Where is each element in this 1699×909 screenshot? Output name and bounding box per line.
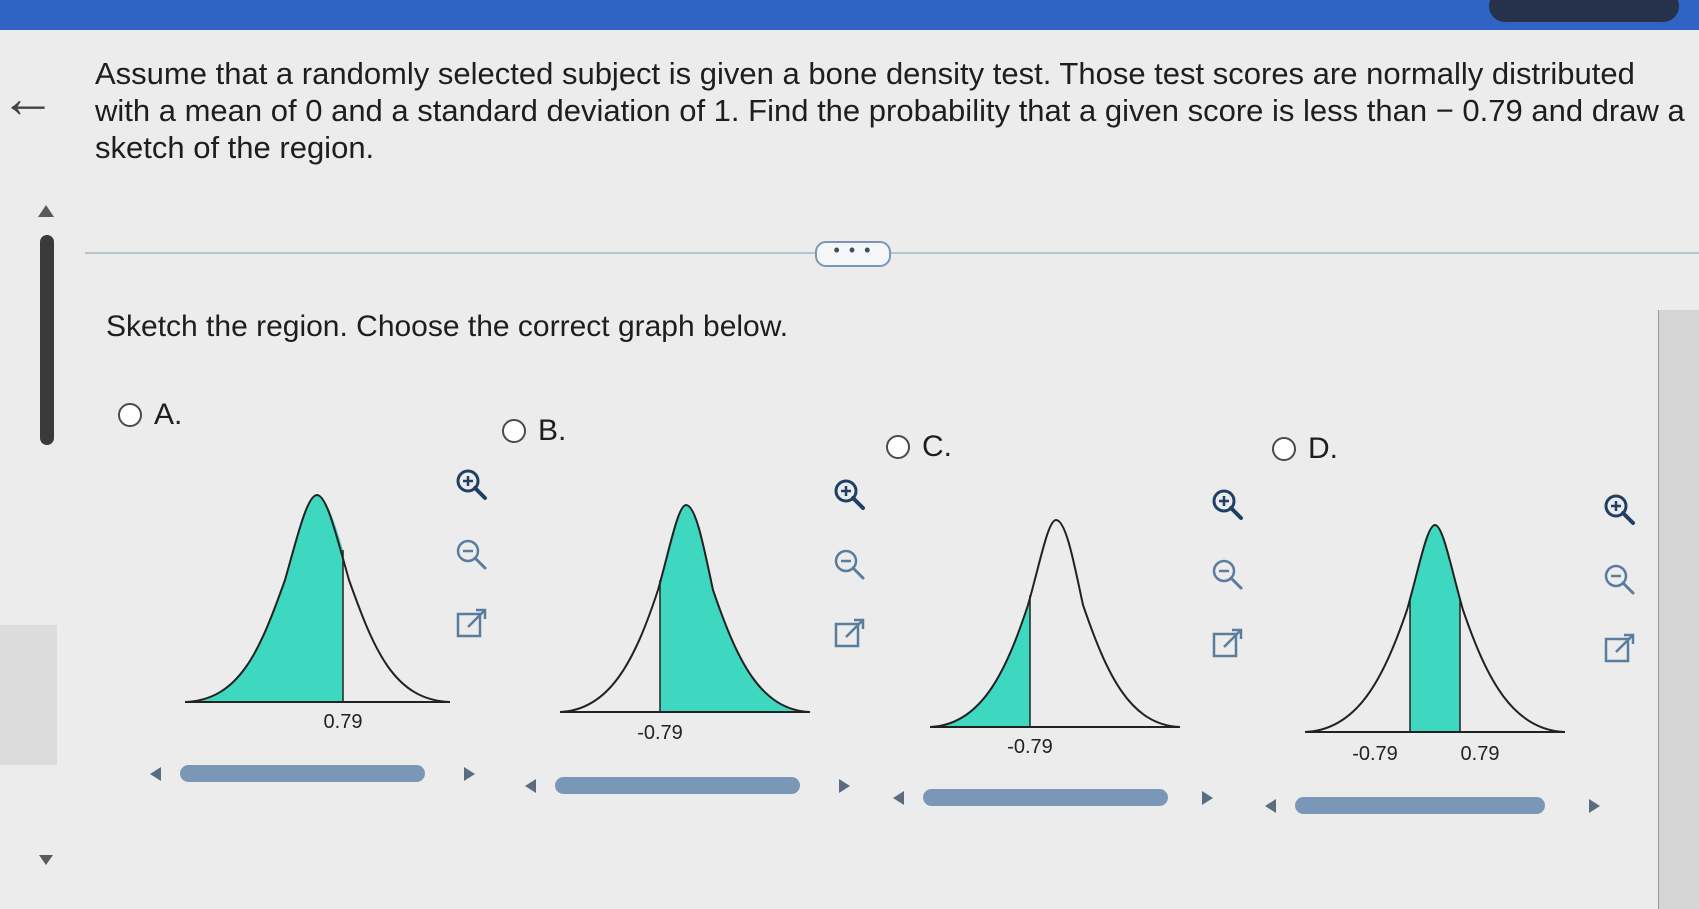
tick-label: -0.79 [1007,736,1053,758]
scroll-left-icon[interactable] [525,779,536,793]
radio-button[interactable] [1272,437,1296,461]
scroll-left-icon[interactable] [1265,799,1276,813]
tick-label: -0.79 [637,722,683,744]
zoom-out-icon[interactable] [452,535,490,573]
graph-d-hscroll[interactable] [1265,794,1600,818]
option-c-radio-row[interactable]: C. [886,430,952,464]
scroll-right-icon[interactable] [839,779,850,793]
back-arrow-icon[interactable]: ← [0,70,56,126]
graph-b: -0.79 [560,503,810,744]
pop-out-icon[interactable] [1600,630,1638,668]
option-label: B. [538,414,567,447]
tick-label: 0.79 [324,711,363,733]
scroll-left-icon[interactable] [150,767,161,781]
prompt-text: Sketch the region. Choose the correct gr… [106,310,789,343]
graph-c: -0.79 [930,518,1180,758]
radio-button[interactable] [886,435,910,459]
pop-out-icon[interactable] [452,605,490,643]
option-d-radio-row[interactable]: D. [1272,432,1338,466]
normal-curve [930,518,1180,728]
scroll-down-icon[interactable] [39,855,53,865]
hscroll-thumb[interactable] [180,765,425,782]
scroll-left-icon[interactable] [893,791,904,805]
pop-out-icon[interactable] [830,615,868,653]
scroll-right-icon[interactable] [1202,791,1213,805]
zoom-in-icon[interactable] [452,465,490,503]
option-label: A. [154,398,183,431]
zoom-in-icon[interactable] [1600,490,1638,528]
side-panel [0,625,57,765]
question-text: Assume that a randomly selected subject … [95,56,1685,165]
pop-out-icon[interactable] [1208,625,1246,663]
radio-button[interactable] [118,403,142,427]
scroll-up-icon[interactable] [38,205,54,217]
shaded-region [930,595,1030,727]
hscroll-thumb[interactable] [1295,797,1545,814]
divider [85,252,1699,254]
graph-d: -0.79 0.79 [1305,523,1565,765]
tick-label: -0.79 [1352,743,1398,765]
shaded-region [1410,525,1460,732]
graph-c-hscroll[interactable] [893,786,1213,810]
option-label: C. [922,430,952,463]
graph-b-hscroll[interactable] [525,774,850,798]
tick-label: 0.79 [1461,743,1500,765]
zoom-out-icon[interactable] [830,545,868,583]
vertical-scrollbar[interactable] [38,205,56,875]
hscroll-thumb[interactable] [555,777,800,794]
top-bar [0,0,1699,30]
option-b-radio-row[interactable]: B. [502,414,566,448]
shaded-region [660,505,810,712]
scroll-thumb[interactable] [40,235,54,445]
zoom-in-icon[interactable] [830,475,868,513]
zoom-out-icon[interactable] [1208,555,1246,593]
right-edge-panel [1658,310,1699,909]
scroll-right-icon[interactable] [464,767,475,781]
graph-a: 0.79 [185,493,450,733]
zoom-in-icon[interactable] [1208,485,1246,523]
shaded-region [185,495,343,702]
zoom-out-icon[interactable] [1600,560,1638,598]
scroll-right-icon[interactable] [1589,799,1600,813]
graph-a-hscroll[interactable] [150,762,475,786]
hscroll-thumb[interactable] [923,789,1168,806]
more-button[interactable]: • • • [815,241,891,267]
top-bar-button[interactable] [1489,0,1679,22]
option-a-radio-row[interactable]: A. [118,398,182,432]
radio-button[interactable] [502,419,526,443]
option-label: D. [1308,432,1338,465]
